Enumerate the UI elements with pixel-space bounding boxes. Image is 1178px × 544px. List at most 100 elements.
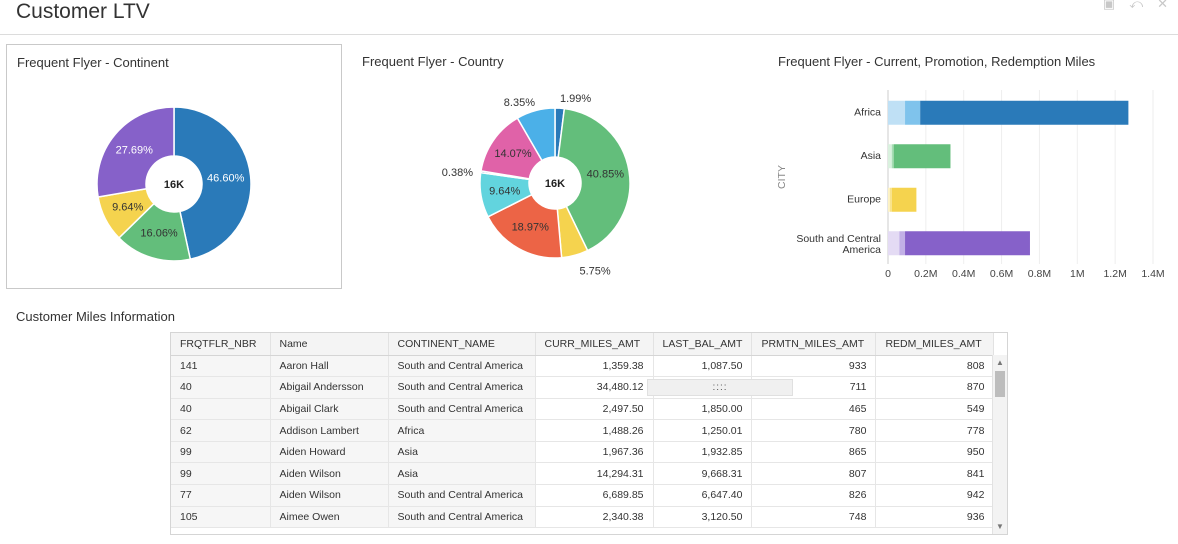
table-cell: 2,340.38	[535, 506, 654, 529]
category-label: Africa	[854, 107, 881, 119]
title-divider	[0, 34, 1178, 35]
continent-chart-panel: Frequent Flyer - Continent 46.60% 16.06% 9…	[6, 44, 342, 289]
table-cell: South and Central America	[388, 355, 536, 378]
table-cell: 6,689.85	[535, 484, 654, 507]
bar-segment[interactable]	[905, 100, 921, 125]
table-cell: Aiden Howard	[270, 441, 389, 464]
table-row[interactable]: 105 Aimee Owen South and Central America 2,…	[171, 506, 995, 529]
table-cell: 950	[875, 441, 995, 464]
table-cell: 1,087.50	[653, 355, 753, 378]
miles-bar-chart: 0 0.2M 0.4M 0.6M 0.8M 1M 1.2M 1.4M CITY Africa Asi…	[776, 90, 1165, 280]
page-title: Customer LTV	[16, 0, 150, 23]
table-row[interactable]: 99 Aiden Howard Asia 1,967.36 1,932.85 865 950	[171, 441, 995, 464]
bar-segment[interactable]	[888, 144, 892, 169]
table-row[interactable]: 62 Addison Lambert Africa 1,488.26 1,250.01 7…	[171, 419, 995, 442]
table-cell: 99	[171, 462, 271, 486]
bar-segment[interactable]	[888, 187, 890, 212]
table-cell: 141	[171, 355, 271, 378]
bar-segment[interactable]	[899, 231, 906, 256]
donut-center-label: 16K	[545, 178, 565, 190]
toolbar-icons: ▣ ⤺ ✕	[1103, 0, 1168, 12]
slice-label: 46.60%	[207, 172, 245, 184]
slice-label: 9.64%	[112, 202, 143, 214]
table-cell: Aiden Wilson	[270, 462, 389, 486]
table-cell: 748	[751, 506, 877, 529]
table-cell: 1,359.38	[535, 355, 654, 378]
share-icon[interactable]: ⤺	[1129, 0, 1143, 12]
table-cell: 99	[171, 441, 271, 464]
bar-segment[interactable]	[891, 187, 917, 212]
table-cell: 3,120.50	[653, 506, 753, 529]
table-cell: 942	[875, 484, 995, 507]
x-tick-label: 0.6M	[990, 268, 1013, 280]
customer-miles-table: FRQTFLR_NBR Name CONTINENT_NAME CURR_MILES_…	[171, 333, 995, 529]
table-cell: 778	[875, 419, 995, 442]
table-row[interactable]: 99 Aiden Wilson Asia 14,294.31 9,668.31 807 84…	[171, 462, 995, 486]
column-header[interactable]: FRQTFLR_NBR	[171, 333, 271, 356]
comment-icon[interactable]: ▣	[1103, 0, 1115, 12]
column-header[interactable]: PRMTN_MILES_AMT	[751, 333, 877, 356]
y-axis-label: CITY	[776, 165, 788, 189]
table-title: Customer Miles Information	[16, 309, 175, 324]
table-cell: 1,850.00	[653, 398, 753, 421]
table-cell: 40	[171, 376, 271, 399]
slice-label: 0.38%	[442, 167, 473, 179]
bar-segment[interactable]	[893, 144, 951, 169]
customer-miles-grid[interactable]: FRQTFLR_NBR Name CONTINENT_NAME CURR_MILES_…	[170, 332, 1008, 535]
slice-label: 8.35%	[504, 97, 535, 109]
table-row[interactable]: 40 Abigail Clark South and Central America…	[171, 398, 995, 421]
column-header[interactable]: Name	[270, 333, 389, 356]
table-cell: 780	[751, 419, 877, 442]
slice-label: 1.99%	[560, 93, 591, 105]
close-icon[interactable]: ✕	[1157, 0, 1168, 12]
x-tick-label: 0	[885, 268, 891, 280]
column-header[interactable]: CONTINENT_NAME	[388, 333, 536, 356]
bar-segment[interactable]	[888, 231, 900, 256]
category-label: Europe	[847, 194, 881, 206]
table-cell: 841	[875, 462, 995, 486]
bar-segment[interactable]	[920, 100, 1129, 125]
table-cell: South and Central America	[388, 506, 536, 529]
table-cell: 105	[171, 506, 271, 529]
table-row[interactable]: 40 Abigail Andersson South and Central Ame…	[171, 376, 995, 399]
grid-scrollbar[interactable]: ▲ ▼	[992, 355, 1007, 534]
table-cell: Africa	[388, 419, 536, 442]
table-cell: 1,932.85	[653, 441, 753, 464]
x-tick-label: 0.2M	[914, 268, 937, 280]
table-cell: 465	[751, 398, 877, 421]
scroll-up-icon[interactable]: ▲	[993, 357, 1007, 369]
table-cell: Asia	[388, 441, 536, 464]
x-tick-label: 1.2M	[1103, 268, 1126, 280]
bar-segment[interactable]	[888, 100, 906, 125]
bar-segment[interactable]	[905, 231, 1030, 256]
table-cell: 6,647.40	[653, 484, 753, 507]
table-cell: South and Central America	[388, 376, 536, 399]
table-cell: 62	[171, 419, 271, 442]
slice-label: 18.97%	[512, 221, 550, 233]
category-label: America	[842, 244, 881, 256]
slice-label: 40.85%	[587, 169, 625, 181]
table-cell: 34,480.12	[535, 376, 654, 399]
scroll-thumb[interactable]	[995, 371, 1005, 397]
x-tick-label: 0.8M	[1028, 268, 1051, 280]
table-cell: 9,668.31	[653, 462, 753, 486]
column-header[interactable]: CURR_MILES_AMT	[535, 333, 654, 356]
country-donut-chart: 1.99% 40.85% 5.75% 18.97% 9.64% 0.38% 14.07% 8.…	[442, 93, 631, 278]
category-label: Asia	[861, 150, 882, 162]
slice-label: 16.06%	[140, 228, 178, 240]
table-row[interactable]: 141 Aaron Hall South and Central America 1,…	[171, 355, 995, 378]
table-cell: Addison Lambert	[270, 419, 389, 442]
x-tick-label: 0.4M	[952, 268, 975, 280]
bar-segment[interactable]	[891, 144, 894, 169]
scroll-down-icon[interactable]: ▼	[993, 521, 1007, 533]
table-cell: 1,488.26	[535, 419, 654, 442]
table-cell: 14,294.31	[535, 462, 654, 486]
column-header[interactable]: LAST_BAL_AMT	[653, 333, 753, 356]
slice-label: 14.07%	[494, 148, 532, 160]
bar-segment[interactable]	[889, 187, 892, 212]
table-row[interactable]: 77 Aiden Wilson South and Central America 6…	[171, 484, 995, 507]
column-header[interactable]: REDM_MILES_AMT	[875, 333, 995, 356]
cell-loading-indicator: ::::	[647, 379, 793, 396]
table-cell: 40	[171, 398, 271, 421]
table-cell: 870	[875, 376, 995, 399]
